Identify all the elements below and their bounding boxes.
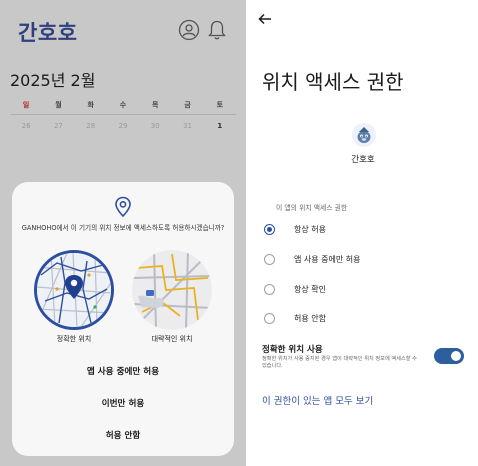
option-always-allow[interactable]: 항상 허용 bbox=[264, 221, 464, 237]
allow-while-using-button[interactable]: 앱 사용 중에만 허용 bbox=[12, 365, 234, 377]
deny-button[interactable]: 허용 안함 bbox=[12, 429, 234, 441]
radio-button[interactable] bbox=[264, 253, 275, 265]
option-deny[interactable]: 허용 안함 bbox=[264, 310, 464, 326]
app-name: 간호호 bbox=[351, 155, 375, 165]
section-label: 이 앱의 위치 액세스 권한 bbox=[276, 204, 348, 212]
approximate-location-label: 대략적인 위치 bbox=[151, 335, 193, 343]
precise-map-illustration bbox=[37, 253, 111, 327]
see-all-apps-link[interactable]: 이 권한이 있는 앱 모두 보기 bbox=[262, 393, 373, 407]
precise-location-title: 정확한 위치 사용 bbox=[262, 345, 323, 355]
option-label: 항상 허용 bbox=[294, 224, 326, 234]
option-always-ask[interactable]: 항상 확인 bbox=[264, 281, 464, 297]
approximate-map-illustration bbox=[132, 250, 212, 330]
option-label: 항상 확인 bbox=[294, 284, 326, 294]
location-pin-icon bbox=[115, 196, 131, 218]
precise-location-toggle[interactable] bbox=[434, 348, 464, 364]
app-icon bbox=[352, 123, 376, 147]
radio-button-selected[interactable] bbox=[264, 223, 275, 235]
location-permission-dialog: GANHOHO에서 이 기기의 위치 정보에 액세스하도록 허용하시겠습니까? bbox=[12, 182, 234, 456]
precise-location-description: 정확한 위치가 사용 중지된 경우 앱이 대략적인 위치 정보에 액세스할 수 … bbox=[262, 356, 417, 369]
dialog-message: GANHOHO에서 이 기기의 위치 정보에 액세스하도록 허용하시겠습니까? bbox=[21, 224, 225, 232]
option-allow-while-using[interactable]: 앱 사용 중에만 허용 bbox=[264, 251, 464, 267]
allow-once-button[interactable]: 이번만 허용 bbox=[12, 397, 234, 409]
option-label: 앱 사용 중에만 허용 bbox=[294, 254, 361, 264]
precise-location-label: 정확한 위치 bbox=[56, 335, 92, 343]
option-label: 허용 안함 bbox=[294, 313, 326, 323]
approximate-location-option[interactable] bbox=[132, 250, 212, 330]
radio-button[interactable] bbox=[264, 283, 275, 295]
precise-location-option[interactable] bbox=[34, 250, 114, 330]
back-arrow-icon[interactable] bbox=[258, 13, 272, 25]
app-screen-with-dialog: 간호호 2025년 2월 일 월 화 수 목 금 토 26 27 28 29 3… bbox=[0, 0, 246, 466]
page-title: 위치 액세스 권한 bbox=[262, 70, 404, 94]
nurse-mascot-icon bbox=[357, 127, 371, 143]
location-permission-settings: 위치 액세스 권한 간호호 이 앱의 위치 액세스 권한 항상 허용 앱 사용 … bbox=[248, 0, 478, 466]
radio-button[interactable] bbox=[264, 312, 275, 324]
